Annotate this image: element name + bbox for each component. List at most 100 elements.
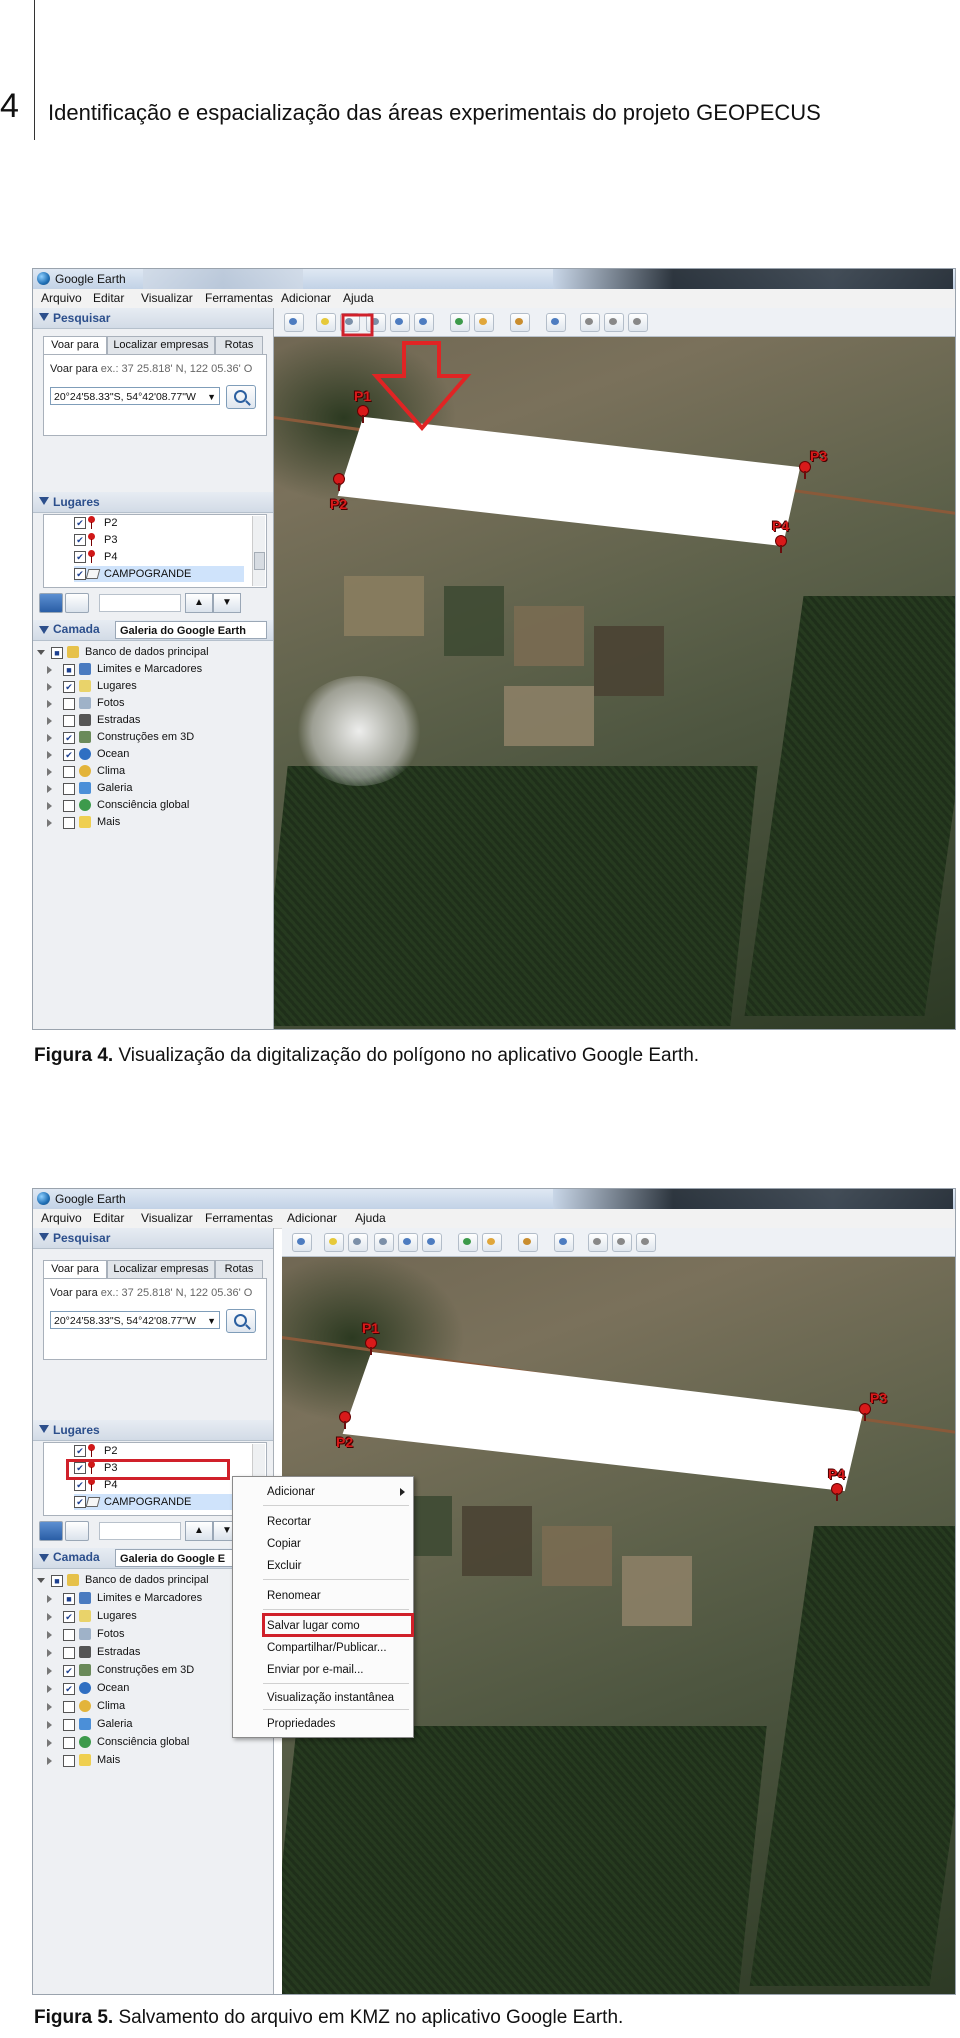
menu-arquivo[interactable]: Arquivo	[41, 1211, 82, 1226]
checkbox[interactable]	[63, 1755, 75, 1767]
checkbox[interactable]	[63, 766, 75, 778]
marker-p4[interactable]: P4	[772, 518, 798, 554]
toggle-panel-button[interactable]	[65, 1521, 89, 1541]
checkbox[interactable]: ✔	[63, 1683, 75, 1695]
tab-voar-para[interactable]: Voar para	[43, 336, 107, 355]
search-button[interactable]	[226, 1309, 256, 1333]
expand-arrow-icon[interactable]	[47, 700, 52, 708]
checkbox[interactable]	[63, 817, 75, 829]
menu-editar[interactable]: Editar	[93, 291, 124, 306]
tab-localizar-empresas[interactable]: Localizar empresas	[107, 336, 215, 354]
expand-arrow-icon[interactable]	[47, 734, 52, 742]
menu-adicionar[interactable]: Adicionar	[281, 291, 331, 306]
checkbox[interactable]	[63, 1647, 75, 1659]
expand-arrow-icon[interactable]	[47, 1703, 52, 1711]
checkbox[interactable]: ✔	[63, 681, 75, 693]
marker-p3[interactable]: P3	[856, 1386, 887, 1422]
chevron-down-icon[interactable]: ▼	[207, 1312, 216, 1330]
menu-ajuda[interactable]: Ajuda	[355, 1211, 386, 1226]
search-section-header[interactable]: Pesquisar	[33, 308, 273, 329]
checkbox[interactable]: ■	[51, 647, 63, 659]
menu-item-copiar[interactable]: Copiar	[233, 1535, 413, 1553]
expand-arrow-icon[interactable]	[47, 1721, 52, 1729]
expand-arrow-icon[interactable]	[47, 1631, 52, 1639]
layer-galeria[interactable]: Galeria	[33, 1716, 263, 1733]
expand-arrow-icon[interactable]	[47, 717, 52, 725]
tab-rotas[interactable]: Rotas	[215, 336, 263, 354]
menu-visualizar[interactable]: Visualizar	[141, 291, 193, 306]
expand-arrow-icon[interactable]	[47, 1685, 52, 1693]
tab-voar-para[interactable]: Voar para	[43, 1260, 107, 1279]
layer-ocean[interactable]: ✔ Ocean	[33, 746, 263, 763]
layer-fotos[interactable]: Fotos	[33, 1626, 263, 1643]
chevron-down-icon[interactable]: ▼	[207, 388, 216, 406]
expand-arrow-icon[interactable]	[47, 1595, 52, 1603]
expand-arrow-icon[interactable]	[47, 751, 52, 759]
menu-item-propriedades[interactable]: Propriedades	[233, 1715, 413, 1733]
checkbox[interactable]	[63, 800, 75, 812]
checkbox[interactable]	[63, 698, 75, 710]
place-item-campogrande[interactable]: ✔ CAMPOGRANDE	[74, 1494, 244, 1510]
layer-construcoes[interactable]: ✔ Construções em 3D	[33, 729, 263, 746]
move-up-button[interactable]: ▲	[185, 1521, 213, 1541]
place-item-campogrande[interactable]: ✔ CAMPOGRANDE	[74, 566, 244, 582]
move-up-button[interactable]: ▲	[185, 593, 213, 613]
menu-editar[interactable]: Editar	[93, 1211, 124, 1226]
tab-localizar-empresas[interactable]: Localizar empresas	[107, 1260, 215, 1278]
menu-item-recortar[interactable]: Recortar	[233, 1513, 413, 1531]
layer-limites[interactable]: ■ Limites e Marcadores	[33, 661, 263, 678]
search-section-header[interactable]: Pesquisar	[33, 1228, 273, 1249]
tab-rotas[interactable]: Rotas	[215, 1260, 263, 1278]
layer-lugares[interactable]: ✔ Lugares	[33, 1608, 263, 1625]
checkbox[interactable]: ✔	[63, 732, 75, 744]
checkbox[interactable]	[63, 715, 75, 727]
places-section-header[interactable]: Lugares	[33, 492, 273, 513]
digitized-polygon[interactable]	[337, 416, 801, 547]
search-places-button[interactable]	[39, 1521, 63, 1541]
digitized-polygon[interactable]	[342, 1351, 864, 1492]
menu-ferramentas[interactable]: Ferramentas	[205, 1211, 273, 1226]
checkbox[interactable]	[63, 1737, 75, 1749]
menu-item-renomear[interactable]: Renomear	[233, 1587, 413, 1605]
layer-mais[interactable]: Mais	[33, 1752, 263, 1769]
search-places-button[interactable]	[39, 593, 63, 613]
marker-p4[interactable]: P4	[828, 1466, 854, 1502]
layer-estradas[interactable]: Estradas	[33, 1644, 263, 1661]
menu-ferramentas[interactable]: Ferramentas	[205, 291, 273, 306]
scrollbar-thumb[interactable]	[254, 552, 265, 570]
expand-arrow-icon[interactable]	[47, 768, 52, 776]
place-item-p3[interactable]: ✔ P3	[74, 532, 244, 548]
gallery-button[interactable]: Galeria do Google Earth	[115, 621, 267, 639]
expand-arrow-icon[interactable]	[47, 1649, 52, 1657]
place-item-p4[interactable]: ✔ P4	[74, 549, 244, 565]
layer-ocean[interactable]: ✔ Ocean	[33, 1680, 263, 1697]
layers-section-header[interactable]: Camada Galeria do Google Earth	[33, 620, 273, 641]
menu-item-enviar-email[interactable]: Enviar por e-mail...	[233, 1661, 413, 1679]
layer-galeria[interactable]: Galeria	[33, 780, 263, 797]
checkbox[interactable]: ■	[63, 1593, 75, 1605]
marker-p2[interactable]: P2	[330, 470, 356, 512]
checkbox[interactable]	[63, 1629, 75, 1641]
marker-p2[interactable]: P2	[336, 1408, 362, 1450]
search-button[interactable]	[226, 385, 256, 409]
expand-arrow-icon[interactable]	[47, 785, 52, 793]
checkbox[interactable]: ✔	[74, 534, 86, 546]
layer-lugares[interactable]: ✔ Lugares	[33, 678, 263, 695]
menu-item-adicionar[interactable]: Adicionar	[233, 1483, 413, 1501]
places-filter-input[interactable]	[99, 1522, 181, 1540]
marker-p1[interactable]: P1	[362, 1320, 388, 1356]
checkbox[interactable]: ■	[51, 1575, 63, 1587]
layer-root[interactable]: ■ Banco de dados principal	[33, 1572, 263, 1589]
layer-estradas[interactable]: Estradas	[33, 712, 263, 729]
layer-clima[interactable]: Clima	[33, 1698, 263, 1715]
checkbox[interactable]	[63, 1701, 75, 1713]
places-section-header[interactable]: Lugares	[33, 1420, 273, 1441]
menu-arquivo[interactable]: Arquivo	[41, 291, 82, 306]
expand-arrow-icon[interactable]	[47, 1757, 52, 1765]
marker-p3[interactable]: P3	[796, 444, 827, 480]
expand-arrow-icon[interactable]	[47, 819, 52, 827]
search-input[interactable]: 20°24'58.33"S, 54°42'08.77"W ▼	[50, 387, 220, 405]
menu-visualizar[interactable]: Visualizar	[141, 1211, 193, 1226]
menu-item-compartilhar[interactable]: Compartilhar/Publicar...	[233, 1639, 413, 1657]
checkbox[interactable]: ✔	[74, 568, 86, 580]
